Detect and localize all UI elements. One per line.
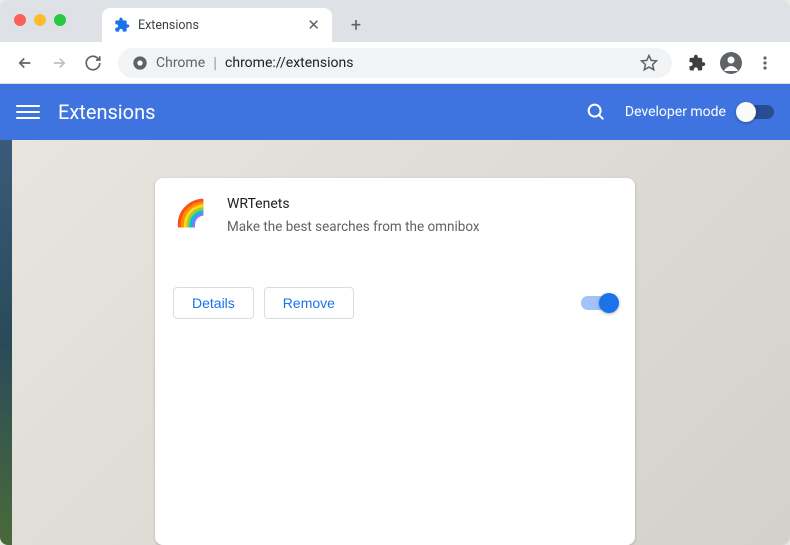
minimize-window-button[interactable] — [34, 14, 46, 26]
new-tab-button[interactable]: + — [342, 11, 370, 39]
close-window-button[interactable] — [14, 14, 26, 26]
tab-title: Extensions — [138, 18, 299, 33]
page-title: Extensions — [58, 100, 585, 124]
tab-bar: Extensions ✕ + — [0, 0, 790, 42]
extension-card: 🌈 WRTenets Make the best searches from t… — [155, 178, 635, 545]
reload-button[interactable] — [78, 48, 108, 78]
back-button[interactable] — [10, 48, 40, 78]
extension-icon — [114, 17, 130, 33]
extension-app-icon: 🌈 — [173, 196, 209, 232]
remove-button[interactable]: Remove — [264, 287, 354, 319]
close-tab-icon[interactable]: ✕ — [307, 16, 320, 34]
search-icon[interactable] — [585, 101, 607, 123]
extensions-header: Extensions Developer mode — [0, 84, 790, 140]
forward-button[interactable] — [44, 48, 74, 78]
hamburger-menu-icon[interactable] — [16, 100, 40, 124]
chrome-icon — [132, 55, 148, 71]
extension-name: WRTenets — [227, 196, 617, 212]
menu-icon[interactable] — [750, 48, 780, 78]
maximize-window-button[interactable] — [54, 14, 66, 26]
bookmark-icon[interactable] — [640, 54, 658, 72]
content-area: pcrisk.com 🌈 WRTenets Make the best sear… — [0, 140, 790, 545]
details-button[interactable]: Details — [173, 287, 254, 319]
profile-icon[interactable] — [716, 48, 746, 78]
url-separator: | — [213, 53, 217, 72]
developer-mode-toggle[interactable] — [738, 105, 774, 119]
window-controls — [14, 14, 66, 26]
browser-toolbar: Chrome | chrome://extensions — [0, 42, 790, 84]
wallpaper-edge — [0, 140, 12, 545]
url-path: chrome://extensions — [225, 55, 353, 71]
browser-tab[interactable]: Extensions ✕ — [102, 8, 332, 42]
developer-mode-label: Developer mode — [625, 104, 726, 120]
extension-description: Make the best searches from the omnibox — [227, 218, 617, 237]
extensions-menu-icon[interactable] — [682, 48, 712, 78]
extension-enabled-toggle[interactable] — [581, 296, 617, 310]
url-origin: Chrome — [156, 55, 205, 71]
address-bar[interactable]: Chrome | chrome://extensions — [118, 48, 672, 78]
